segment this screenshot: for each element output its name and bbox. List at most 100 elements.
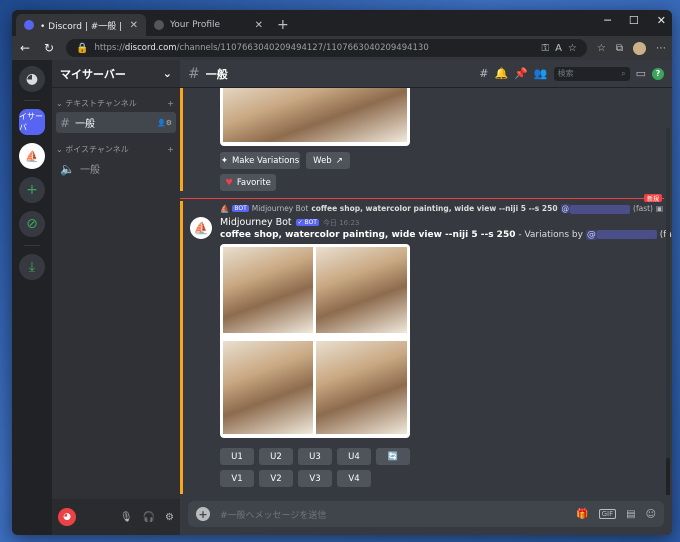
user-settings-icon[interactable]: ⚙ <box>165 512 174 523</box>
mute-icon[interactable]: 🎙 <box>120 512 133 523</box>
explore-servers-icon[interactable]: ⊘ <box>19 211 45 237</box>
collections-icon[interactable]: ⧉ <box>616 43 623 54</box>
chevron-down-icon: ⌄ <box>162 67 172 80</box>
author-name[interactable]: Midjourney Bot <box>220 217 292 228</box>
close-tab-icon[interactable]: ✕ <box>255 20 263 31</box>
tab-your-profile[interactable]: Your Profile ✕ <box>146 14 271 36</box>
channel-item-general[interactable]: # 一般 👤⚙ <box>56 112 176 133</box>
new-tab-icon[interactable]: + <box>271 17 295 33</box>
hash-icon: # <box>60 115 71 130</box>
divider <box>24 100 40 101</box>
profile-favicon-icon <box>154 20 164 30</box>
add-channel-icon[interactable]: + <box>167 145 174 154</box>
reply-avatar-icon: ⛵ <box>220 204 230 214</box>
add-channel-icon[interactable]: + <box>167 99 174 108</box>
back-icon[interactable]: ← <box>18 41 32 55</box>
server-header[interactable]: マイサーバー ⌄ <box>52 60 180 88</box>
speaker-icon: 🔈 <box>60 161 75 176</box>
variation-button-4[interactable]: V4 <box>337 470 371 487</box>
mention[interactable]: @ <box>585 230 597 240</box>
tab-discord[interactable]: • Discord | #一般 | マイサーバー ✕ <box>16 14 146 36</box>
sparkle-icon: ✦ <box>220 155 228 166</box>
gift-icon[interactable]: 🎁 <box>576 509 588 520</box>
upscale-button-3[interactable]: U3 <box>298 448 332 465</box>
channel-header: # 一般 # 🔔 📌 👥 検索 ⌕ ▭ ? <box>180 60 672 88</box>
message-composer: + #一般へメッセージを送信 🎁 GIF ▤ ☺ <box>180 495 672 535</box>
search-placeholder: 検索 <box>557 69 574 78</box>
threads-icon[interactable]: # <box>479 67 488 80</box>
sticker-icon[interactable]: ▤ <box>626 509 635 520</box>
reroll-button[interactable]: 🔄 <box>376 448 410 465</box>
new-messages-divider <box>180 198 664 199</box>
minimize-icon[interactable]: ─ <box>604 14 611 27</box>
scrollbar[interactable] <box>666 128 670 495</box>
add-server-icon[interactable]: + <box>19 177 45 203</box>
user-panel: ◕ 🎙 🎧 ⚙ <box>52 499 180 535</box>
message-list: ✦ Make Variations Web ↗ ♥ Favorite 新規 ⛵ … <box>180 88 672 495</box>
prompt-text: coffee shop, watercolor painting, wide v… <box>220 230 516 240</box>
upscale-button-2[interactable]: U2 <box>259 448 293 465</box>
user-avatar[interactable]: ◕ <box>58 508 76 526</box>
browser-titlebar: • Discord | #一般 | マイサーバー ✕ Your Profile … <box>12 10 672 36</box>
make-variations-button[interactable]: ✦ Make Variations <box>220 152 300 169</box>
image-art <box>316 341 407 434</box>
bot-avatar[interactable]: ⛵ <box>190 217 212 239</box>
download-apps-icon[interactable]: ⤓ <box>19 254 45 280</box>
discord-home-icon[interactable]: ◕ <box>19 66 45 92</box>
upscale-button-4[interactable]: U4 <box>337 448 371 465</box>
gif-icon[interactable]: GIF <box>598 509 617 519</box>
scrollbar-thumb[interactable] <box>666 458 670 495</box>
address-bar[interactable]: 🔒 https://discord.com/channels/110766304… <box>66 39 587 57</box>
timestamp: 今日 16:23 <box>322 218 360 227</box>
profile-avatar[interactable] <box>633 41 646 55</box>
voice-channel-general[interactable]: 🔈 一般 <box>56 158 176 179</box>
category-voice[interactable]: ⌄ ボイスチャンネル + <box>52 134 180 157</box>
bell-icon[interactable]: 🔔 <box>494 67 508 80</box>
web-button[interactable]: Web ↗ <box>306 152 350 169</box>
help-icon[interactable]: ? <box>652 67 664 80</box>
hash-icon: # <box>188 65 200 82</box>
server-icon[interactable]: イサーバ <box>19 109 45 135</box>
lock-icon: 🔒 <box>76 42 89 54</box>
pin-icon[interactable]: 📌 <box>514 67 528 80</box>
maximize-icon[interactable]: ☐ <box>629 14 639 27</box>
category-text[interactable]: ⌄ テキストチャンネル + <box>52 88 180 111</box>
bot-badge: BOT <box>232 205 249 213</box>
refresh-icon[interactable]: ↻ <box>42 41 56 55</box>
window-controls: ─ ☐ ✕ <box>604 14 666 27</box>
image-grid[interactable] <box>220 244 410 438</box>
channel-settings-icon[interactable]: 👤⚙ <box>157 119 172 127</box>
previous-image[interactable] <box>220 88 410 146</box>
server-list: ◕ イサーバ ⛵ + ⊘ ⤓ <box>12 60 52 535</box>
reply-reference[interactable]: ⛵ BOT Midjourney Bot coffee shop, waterc… <box>220 204 663 214</box>
image-icon: ▣ <box>655 204 664 214</box>
variations-text: - Variations by <box>515 230 586 240</box>
read-aloud-icon[interactable]: A <box>555 43 562 54</box>
variation-button-3[interactable]: V3 <box>298 470 332 487</box>
variation-button-2[interactable]: V2 <box>259 470 293 487</box>
upscale-button-1[interactable]: U1 <box>220 448 254 465</box>
close-tab-icon[interactable]: ✕ <box>130 20 138 31</box>
more-icon[interactable]: ⋯ <box>656 43 666 54</box>
favorite-button[interactable]: ♥ Favorite <box>220 174 276 191</box>
message-content: coffee shop, watercolor painting, wide v… <box>220 230 672 240</box>
search-input[interactable]: 検索 ⌕ <box>553 66 630 81</box>
headphones-icon[interactable]: 🎧 <box>143 512 155 523</box>
favorites-icon[interactable]: ☆ <box>597 43 606 54</box>
tab-title: Your Profile <box>170 20 221 30</box>
highlight-bar <box>180 201 183 494</box>
close-window-icon[interactable]: ✕ <box>657 14 666 27</box>
variation-button-1[interactable]: V1 <box>220 470 254 487</box>
bot-server-icon[interactable]: ⛵ <box>19 143 45 169</box>
channel-title: 一般 <box>205 67 228 81</box>
favorite-star-icon[interactable]: ☆ <box>568 43 577 54</box>
reply-fast: (fast) <box>633 204 653 214</box>
bot-badge: ✓ BOT <box>295 219 319 226</box>
message-input[interactable]: + #一般へメッセージを送信 🎁 GIF ▤ ☺ <box>188 501 664 527</box>
key-icon[interactable]: ⚿ <box>541 43 549 54</box>
emoji-icon[interactable]: ☺ <box>646 509 656 520</box>
members-icon[interactable]: 👥 <box>534 67 548 80</box>
inbox-icon[interactable]: ▭ <box>636 67 646 80</box>
button-label: Make Variations <box>231 155 300 166</box>
attach-icon[interactable]: + <box>196 507 210 521</box>
